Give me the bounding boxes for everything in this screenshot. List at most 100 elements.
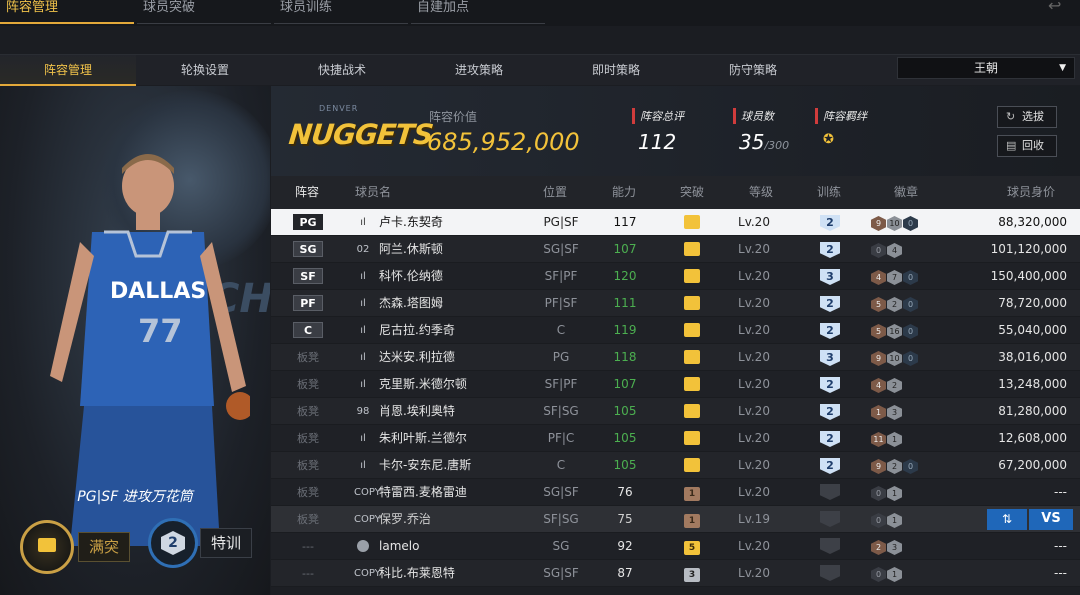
table-row[interactable]: --- COPY 科比.布莱恩特 SG|SF 87 3 Lv.20 0 1 ---	[271, 560, 1080, 587]
player-count-stat: 球员数 35/300	[733, 108, 789, 154]
badge-counts: 9 10 0	[871, 344, 941, 371]
position-badge: PG	[293, 214, 323, 230]
position-badge: C	[293, 322, 323, 338]
badge-counts: 520	[871, 290, 941, 317]
table-row[interactable]: 板凳 ıl 达米安.利拉德 PG 118 Lv.20 3 9 10 0 38,016,000	[271, 344, 1080, 371]
player-ability: 107	[613, 242, 637, 256]
table-row[interactable]: PG ıl 卢卡.东契奇 PG|SF 117 Lv.20 2 9 10 0 88,320,000	[271, 209, 1080, 236]
crown-icon	[684, 215, 700, 229]
subtab-lineup[interactable]: 阵容管理	[0, 55, 136, 86]
training-shield-icon	[820, 538, 840, 554]
badge-hex-icon: 5	[871, 297, 886, 312]
badge-hex-icon: 3	[887, 405, 902, 420]
table-row[interactable]: 板凳 ıl 克里斯.米德尔顿 SF|PF 107 Lv.20 2 4 2 13,248,000	[271, 371, 1080, 398]
player-ability: 87	[617, 566, 633, 580]
player-position: C	[556, 458, 566, 472]
top-tab-bar: 阵容管理 球员突破 球员训练 自建加点 ↩	[0, 0, 1080, 26]
table-row[interactable]: PF ıl 杰森.塔图姆 PF|SF 111 Lv.20 2 5 2 0 78,720,000	[271, 290, 1080, 317]
crown-icon	[684, 242, 700, 256]
training-cell: 2	[816, 236, 844, 263]
tab-player-breakthrough[interactable]: 球员突破	[137, 0, 271, 24]
subtab-quick-tactics[interactable]: 快捷战术	[274, 55, 410, 86]
player-name: 尼古拉.约季奇	[379, 323, 455, 337]
position-badge: SG	[293, 241, 323, 257]
table-row[interactable]: 板凳 COPY 保罗.乔治 SF|SG 75 1 Lv.19 0 1 ⇅ VS	[271, 506, 1080, 533]
badge-hex-icon: 4	[887, 243, 902, 258]
training-shield-icon	[820, 511, 840, 527]
bench-label: ---	[302, 540, 314, 553]
table-row[interactable]: SG 02 阿兰.休斯顿 SG|SF 107 Lv.20 2 0 4 101,120,000	[271, 236, 1080, 263]
lineup-slot: 板凳	[292, 452, 324, 479]
player-position: PF|SF	[544, 296, 578, 310]
vs-label[interactable]: VS	[1029, 509, 1073, 530]
col-level: 等级	[749, 185, 774, 199]
subtab-offense-strategy[interactable]: 进攻策略	[411, 55, 547, 86]
lineup-rating-value: 112	[638, 130, 677, 154]
pick-button[interactable]: ↻ 选拔	[997, 106, 1057, 128]
player-name: 阿兰.休斯顿	[379, 242, 443, 256]
player-position: SF|PF	[544, 377, 578, 391]
badge-hex-icon: 0	[903, 270, 918, 285]
tab-player-training[interactable]: 球员训练	[274, 0, 408, 24]
back-arrow-icon[interactable]: ↩	[1048, 0, 1074, 14]
player-level: Lv.20	[738, 485, 770, 499]
player-value: 150,400,000	[990, 269, 1067, 283]
bench-label: 板凳	[297, 459, 319, 472]
copy-card-icon: COPY	[354, 487, 381, 498]
training-cell	[816, 506, 844, 533]
max-breakthrough-button[interactable]: 满突	[20, 520, 130, 574]
lineup-bond-stat[interactable]: 阵容羁绊 ✪	[815, 108, 867, 147]
team-dropdown[interactable]: 王朝 ▼	[897, 57, 1075, 79]
player-name: 达米安.利拉德	[379, 350, 455, 364]
table-row[interactable]: 板凳 ıl 卡尔-安东尼.唐斯 C 105 Lv.20 2 9 2 0 67,200,000	[271, 452, 1080, 479]
col-player-name: 球员名	[355, 185, 392, 199]
jersey-text: DALLAS	[110, 279, 206, 304]
player-ability: 76	[617, 485, 633, 499]
lineup-summary: DENVER NUGGETS 阵容价值 685,952,000 阵容总评 112…	[271, 86, 1080, 176]
max-breakthrough-label: 满突	[78, 532, 130, 562]
breakthrough-cell	[679, 452, 705, 479]
player-position: SF|SG	[543, 512, 579, 526]
roster-table: 阵容 球员名 位置 能力 突破 等级 训练 徽章 球员身价 PG ıl 卢卡.东契奇…	[271, 176, 1080, 595]
table-row[interactable]: 板凳 98 肖恩.埃利奥特 SF|SG 105 Lv.20 2 1 3 81,280,000	[271, 398, 1080, 425]
breakthrough-cell	[679, 209, 705, 236]
subtab-defense-strategy[interactable]: 防守策略	[685, 55, 821, 86]
player-value: 13,248,000	[998, 377, 1067, 391]
player-ability: 117	[613, 215, 637, 229]
badge-counts: 5 16 0	[871, 317, 941, 344]
badge-counts: 470	[871, 263, 941, 290]
team-dropdown-value: 王朝	[973, 61, 998, 75]
player-ability: 107	[613, 377, 637, 391]
subtab-rotation[interactable]: 轮换设置	[137, 55, 273, 86]
tab-custom-points[interactable]: 自建加点	[411, 0, 545, 24]
table-row[interactable]: --- lamelo SG 92 5 Lv.20 2 3 ---	[271, 533, 1080, 560]
player-ability: 105	[613, 458, 637, 472]
player-position: C	[556, 323, 566, 337]
training-shield-icon: 2	[820, 431, 840, 447]
subtab-instant-strategy[interactable]: 即时策略	[548, 55, 684, 86]
player-level: Lv.20	[738, 269, 770, 283]
player-position: PG|SF	[543, 215, 579, 229]
player-level: Lv.20	[738, 404, 770, 418]
swap-icon[interactable]: ⇅	[987, 509, 1027, 530]
training-shield-icon: 2	[820, 377, 840, 393]
recycle-button[interactable]: ▤ 回收	[997, 135, 1057, 157]
special-training-button[interactable]: 2 特训	[148, 518, 258, 568]
signal-bars-icon: ıl	[360, 433, 366, 444]
tab-lineup-management[interactable]: 阵容管理	[0, 0, 134, 24]
compare-vs-button[interactable]: ⇅ VS	[987, 509, 1073, 531]
bond-people-icon[interactable]: ✪	[823, 132, 841, 147]
bench-label: 板凳	[297, 351, 319, 364]
bench-label: 板凳	[297, 405, 319, 418]
badge-hex-icon: 2	[871, 540, 886, 555]
table-row[interactable]: 板凳 ıl 朱利叶斯.兰德尔 PF|C 105 Lv.20 2 11 1 12,608,000	[271, 425, 1080, 452]
table-row[interactable]: Cıl 尼古拉.约季奇 C 119 Lv.20 2 5 16 0 55,040,000	[271, 317, 1080, 344]
table-row[interactable]: 板凳 COPY 特雷西.麦格雷迪 SG|SF 76 1 Lv.20 0 1 ---	[271, 479, 1080, 506]
badge-counts: 04	[871, 236, 941, 263]
breakthrough-cell	[679, 263, 705, 290]
training-cell: 2	[816, 425, 844, 452]
badge-hex-icon: 9	[871, 216, 886, 231]
badge-hex-icon: 7	[887, 270, 902, 285]
table-row[interactable]: SF ıl 科怀.伦纳德 SF|PF 120 Lv.20 3 4 7 0 150,400,000	[271, 263, 1080, 290]
badge-hex-icon: 0	[903, 216, 918, 231]
